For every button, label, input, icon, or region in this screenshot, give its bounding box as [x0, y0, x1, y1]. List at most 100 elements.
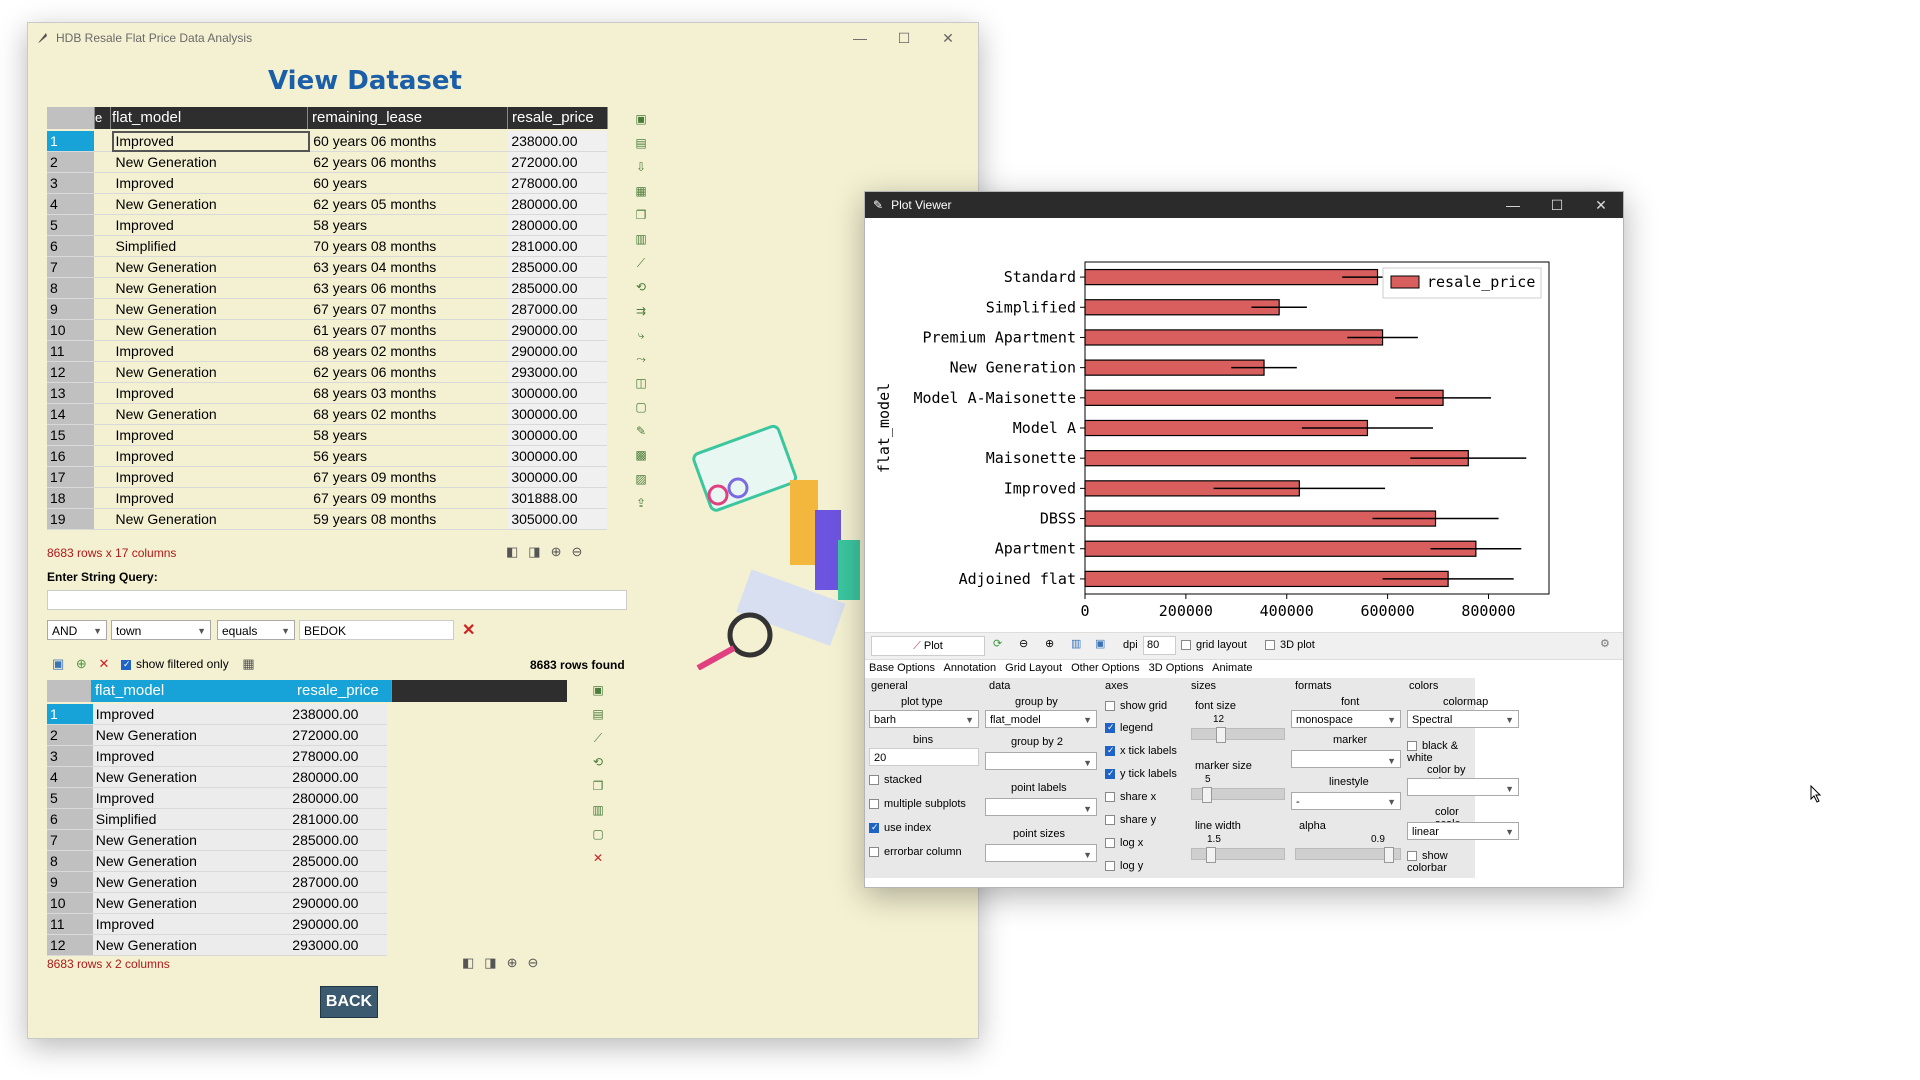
- font-select[interactable]: monospace ▼: [1291, 710, 1401, 728]
- cell-flat-model[interactable]: New Generation: [112, 277, 311, 299]
- table-row[interactable]: 1 Improved 60 years 06 months 238000.00: [47, 131, 607, 152]
- row-index[interactable]: 8: [47, 850, 93, 872]
- alpha-slider-knob[interactable]: [1384, 847, 1394, 863]
- log-x-checkbox[interactable]: log x: [1105, 837, 1143, 849]
- table-row[interactable]: 9 New Generation 67 years 07 months 287000.…: [47, 298, 607, 320]
- cell-flat-model[interactable]: Improved: [112, 214, 311, 236]
- dpi-input[interactable]: 80: [1143, 636, 1176, 655]
- cell-flat-model[interactable]: Improved: [92, 787, 290, 809]
- line-width-slider-knob[interactable]: [1206, 847, 1216, 863]
- cell-e[interactable]: [93, 131, 113, 152]
- cell-flat-model[interactable]: Improved: [112, 424, 311, 446]
- cell-remaining-lease[interactable]: 60 years 06 months: [310, 131, 509, 152]
- table-row[interactable]: 10 New Generation 61 years 07 months 290000…: [47, 319, 607, 341]
- row-index[interactable]: 9: [47, 871, 93, 893]
- x-tick-labels-checkbox[interactable]: x tick labels: [1105, 745, 1177, 757]
- cell-resale-price[interactable]: 293000.00: [508, 361, 607, 383]
- cell-remaining-lease[interactable]: 68 years 02 months: [310, 340, 509, 362]
- share-icon[interactable]: ⤳: [632, 350, 650, 368]
- settings-gear-icon[interactable]: ⚙: [1600, 637, 1610, 650]
- row-index[interactable]: 17: [47, 466, 94, 488]
- grid-layout-checkbox[interactable]: grid layout: [1181, 639, 1247, 651]
- cell-flat-model[interactable]: Improved: [112, 382, 311, 404]
- cell-e[interactable]: [93, 151, 113, 173]
- cell-resale-price[interactable]: 305000.00: [508, 508, 607, 530]
- cell-flat-model[interactable]: Improved: [112, 466, 311, 488]
- cell-flat-model[interactable]: New Generation: [112, 256, 311, 278]
- cell-flat-model[interactable]: New Generation: [112, 193, 311, 215]
- cell-e[interactable]: [93, 508, 113, 530]
- table-row[interactable]: 6 Simplified 70 years 08 months 281000.00: [47, 235, 607, 257]
- cell-remaining-lease[interactable]: 67 years 09 months: [310, 487, 509, 509]
- cell-flat-model[interactable]: New Generation: [92, 850, 290, 872]
- row-index[interactable]: 11: [47, 340, 94, 362]
- cell-flat-model[interactable]: New Generation: [92, 892, 290, 914]
- cell-flat-model[interactable]: New Generation: [112, 403, 311, 425]
- cell-resale-price[interactable]: 293000.00: [289, 934, 387, 956]
- cell-flat-model[interactable]: New Generation: [92, 871, 290, 893]
- cell-resale-price[interactable]: 280000.00: [289, 787, 387, 809]
- cell-resale-price[interactable]: 290000.00: [289, 913, 387, 935]
- cell-flat-model[interactable]: New Generation: [112, 361, 311, 383]
- transform-icon[interactable]: ⟲: [632, 278, 650, 296]
- row-index[interactable]: 2: [47, 724, 93, 746]
- cell-resale-price[interactable]: 300000.00: [508, 445, 607, 467]
- cell-resale-price[interactable]: 290000.00: [289, 892, 387, 914]
- cell-e[interactable]: [93, 424, 113, 446]
- sub-col-header-flat-model[interactable]: flat_model: [91, 680, 294, 702]
- point-sizes-select[interactable]: ▼: [985, 844, 1097, 862]
- cell-remaining-lease[interactable]: 70 years 08 months: [310, 235, 509, 257]
- multiple-subplots-checkbox[interactable]: multiple subplots: [869, 798, 966, 810]
- cell-flat-model[interactable]: Improved: [112, 445, 311, 467]
- pv-close-button[interactable]: ✕: [1579, 197, 1623, 214]
- cell-flat-model[interactable]: New Generation: [92, 934, 290, 956]
- row-index[interactable]: 5: [47, 214, 94, 236]
- cell-flat-model[interactable]: Improved: [112, 172, 311, 194]
- cell-flat-model[interactable]: Improved: [92, 913, 290, 935]
- table-row[interactable]: 13 Improved 68 years 03 months 300000.00: [47, 382, 607, 404]
- share-x-checkbox[interactable]: share x: [1105, 791, 1156, 803]
- cell-resale-price[interactable]: 238000.00: [289, 704, 387, 725]
- cell-e[interactable]: [93, 235, 113, 257]
- cell-resale-price[interactable]: 238000.00: [508, 131, 607, 152]
- row-index[interactable]: 7: [47, 256, 94, 278]
- expand-icon[interactable]: ◨: [528, 544, 550, 559]
- cell-resale-price[interactable]: 280000.00: [508, 193, 607, 215]
- linestyle-select[interactable]: - ▼: [1291, 792, 1401, 810]
- load-icon[interactable]: ▣: [632, 110, 650, 128]
- col-header-flat-model[interactable]: flat_model: [108, 107, 308, 129]
- sub-transform-icon[interactable]: ⟲: [589, 753, 607, 771]
- cell-e[interactable]: [93, 466, 113, 488]
- list-item[interactable]: 1 Improved 238000.00: [47, 704, 387, 725]
- plot3d-checkbox[interactable]: 3D plot: [1265, 639, 1315, 651]
- cell-resale-price[interactable]: 285000.00: [508, 256, 607, 278]
- cell-e[interactable]: [93, 172, 113, 194]
- color-by-value-select[interactable]: ▼: [1407, 778, 1519, 796]
- filter-condition-select[interactable]: equals ▼: [217, 620, 295, 640]
- clear-filter-icon[interactable]: ✕: [98, 656, 109, 671]
- cell-resale-price[interactable]: 278000.00: [508, 172, 607, 194]
- cell-remaining-lease[interactable]: 63 years 04 months: [310, 256, 509, 278]
- list-item[interactable]: 3 Improved 278000.00: [47, 745, 387, 767]
- row-index[interactable]: 1: [47, 704, 93, 725]
- errorbar-column-checkbox[interactable]: errorbar column: [869, 846, 962, 858]
- table-row[interactable]: 7 New Generation 63 years 04 months 285000.…: [47, 256, 607, 278]
- calc-icon[interactable]: ▩: [632, 446, 650, 464]
- cell-flat-model[interactable]: Simplified: [92, 808, 290, 830]
- refresh-icon[interactable]: ⟳: [993, 637, 1002, 650]
- point-labels-select[interactable]: ▼: [985, 798, 1097, 816]
- font-size-slider[interactable]: [1191, 727, 1285, 743]
- group-by2-select[interactable]: ▼: [985, 752, 1097, 770]
- cell-resale-price[interactable]: 287000.00: [289, 871, 387, 893]
- row-index[interactable]: 7: [47, 829, 93, 851]
- share-y-checkbox[interactable]: share y: [1105, 814, 1156, 826]
- bar-chart-icon[interactable]: ▥: [1071, 637, 1081, 650]
- zoom-in-icon[interactable]: ⊕: [1045, 637, 1054, 650]
- cell-resale-price[interactable]: 272000.00: [289, 724, 387, 746]
- cell-flat-model[interactable]: New Generation: [112, 151, 311, 173]
- cell-e[interactable]: [93, 193, 113, 215]
- import-icon[interactable]: ⇩: [632, 158, 650, 176]
- save-plot-icon[interactable]: ▣: [1095, 637, 1105, 650]
- save-icon[interactable]: ▤: [632, 134, 650, 152]
- cell-remaining-lease[interactable]: 59 years 08 months: [310, 508, 509, 530]
